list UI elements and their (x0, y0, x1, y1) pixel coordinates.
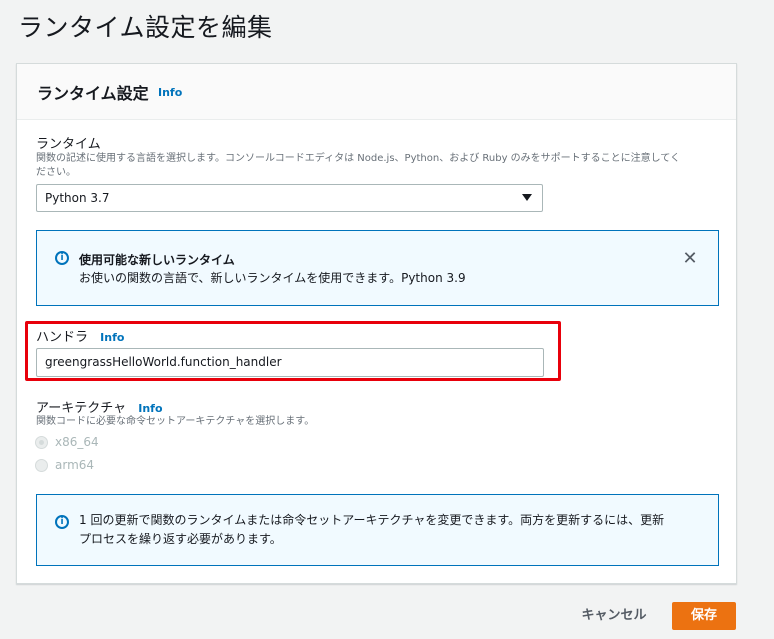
cancel-button[interactable]: キャンセル (568, 603, 660, 629)
page-title: ランタイム設定を編集 (18, 13, 273, 42)
close-icon[interactable]: ✕ (682, 250, 698, 268)
architecture-alert-line2: プロセスを繰り返す必要があります。 (79, 532, 282, 546)
architecture-alert-line1: 1 回の更新で関数のランタイムまたは命令セットアーキテクチャを変更できます。両方… (79, 513, 665, 527)
architecture-alert: i 1 回の更新で関数のランタイムまたは命令セットアーキテクチャを変更できます。… (36, 494, 719, 566)
new-runtime-alert-body: お使いの関数の言語で、新しいランタイムを使用できます。Python 3.9 (79, 271, 466, 285)
runtime-selected-value: Python 3.7 (45, 191, 110, 205)
new-runtime-alert: i 使用可能な新しいランタイム お使いの関数の言語で、新しいランタイムを使用でき… (36, 230, 719, 306)
architecture-label-text: アーキテクチャ (36, 401, 127, 416)
radio-x86-64-label: x86_64 (55, 435, 99, 449)
runtime-description-line1: 関数の記述に使用する言語を選択します。コンソールコードエディタは Node.js… (36, 153, 681, 164)
info-circle-icon: i (55, 515, 69, 529)
save-button[interactable]: 保存 (672, 602, 736, 630)
panel-title: ランタイム設定 (37, 84, 149, 103)
radio-button-icon (35, 459, 48, 472)
panel-info-link[interactable]: Info (158, 86, 182, 99)
handler-highlight-box (25, 321, 561, 381)
panel-header: ランタイム設定 Info (17, 64, 736, 120)
radio-button-icon (35, 436, 48, 449)
runtime-label: ランタイム (36, 137, 101, 152)
caret-down-icon (522, 194, 532, 201)
new-runtime-alert-title: 使用可能な新しいランタイム (79, 253, 235, 267)
architecture-info-link[interactable]: Info (138, 402, 162, 415)
info-circle-icon: i (55, 251, 69, 265)
architecture-label: アーキテクチャ Info (36, 397, 163, 416)
runtime-description-line2: ださい。 (36, 167, 76, 178)
runtime-description: 関数の記述に使用する言語を選択します。コンソールコードエディタは Node.js… (36, 152, 726, 180)
architecture-description: 関数コードに必要な命令セットアーキテクチャを選択します。 (36, 416, 315, 427)
radio-arm64-label: arm64 (55, 458, 95, 472)
runtime-select[interactable]: Python 3.7 (36, 184, 543, 212)
